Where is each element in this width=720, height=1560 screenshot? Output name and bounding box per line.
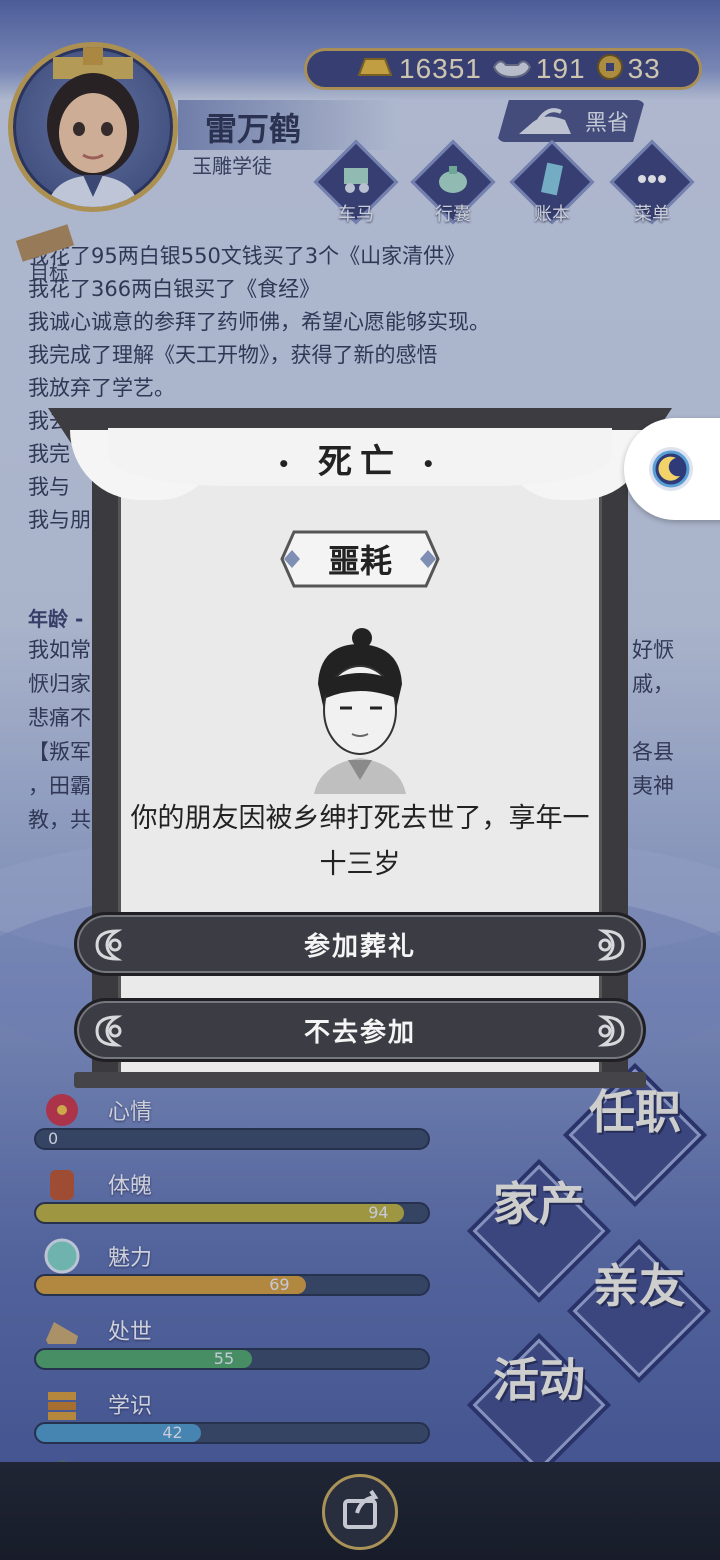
modal-title: • 死亡 • (277, 442, 443, 482)
attend-funeral-button[interactable]: 参加葬礼 (74, 912, 646, 976)
night-mode-button[interactable] (624, 418, 720, 520)
modal-title-text: 死亡 (318, 442, 402, 482)
game-screen: 16351 191 33 雷万鹤 玉雕学徒 黑省 车马 行囊 账本 菜单 我花了… (0, 0, 720, 1560)
cloud-ornament-icon (95, 1015, 123, 1047)
moon-icon (649, 447, 693, 491)
friend-portrait-icon (314, 628, 406, 794)
skip-funeral-button[interactable]: 不去参加 (74, 998, 646, 1062)
scroll-rod-bottom (74, 1072, 646, 1088)
cloud-ornament-icon (597, 1015, 625, 1047)
attend-funeral-label: 参加葬礼 (303, 931, 416, 962)
skip-funeral-label: 不去参加 (303, 1017, 416, 1048)
death-message: 你的朋友因被乡绅打死去世了，享年一十三岁 (130, 803, 590, 880)
cloud-ornament-icon (597, 929, 625, 961)
cloud-ornament-icon (95, 929, 123, 961)
news-badge-label: 噩耗 (327, 542, 392, 580)
